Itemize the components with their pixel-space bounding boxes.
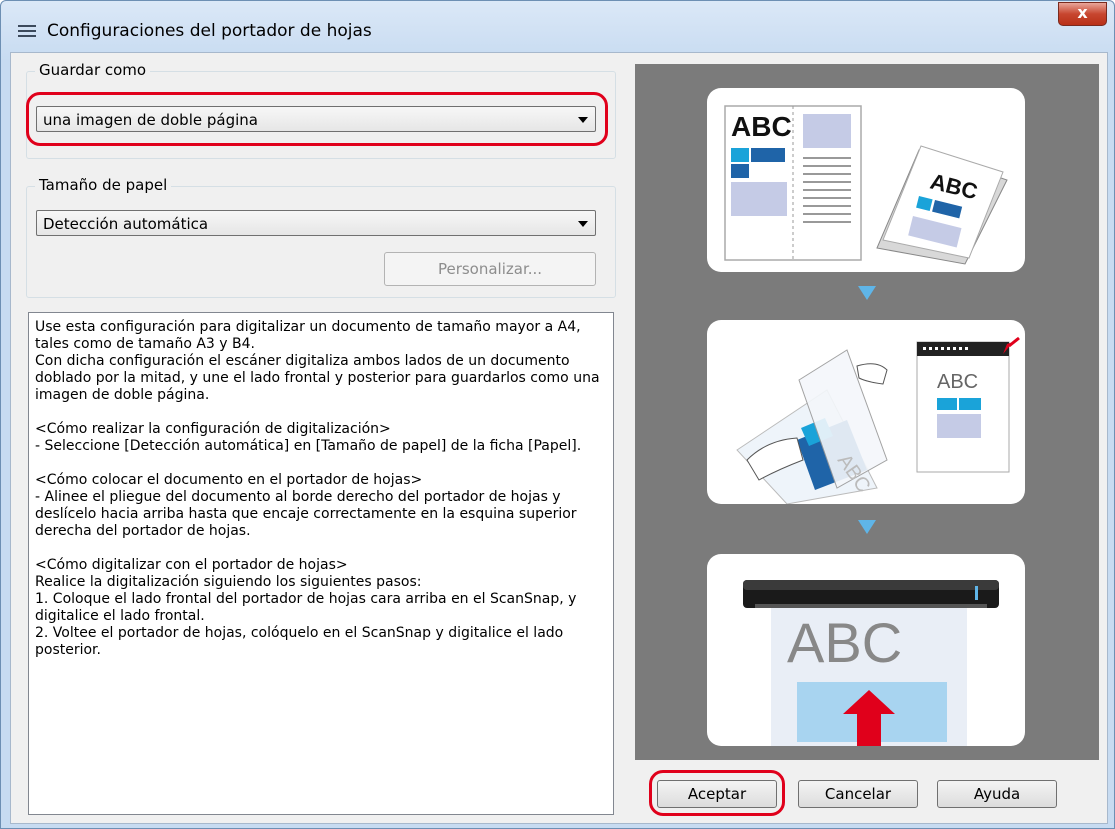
help-button[interactable]: Ayuda: [937, 780, 1057, 808]
scanner-illustration: ABC: [743, 580, 999, 746]
step2-card: ABC ABC: [707, 320, 1025, 504]
cancel-button[interactable]: Cancelar: [798, 780, 918, 808]
customize-button[interactable]: Personalizar...: [384, 252, 596, 286]
step-arrow-1-icon: [858, 286, 876, 300]
open-document-illustration: ABC ABC: [724, 105, 1008, 265]
dialog-window: Configuraciones del portador de hojas x …: [0, 0, 1115, 829]
ok-button-highlight: [649, 770, 785, 816]
step1-text-a: ABC: [731, 111, 792, 142]
illustration-panel: ABC ABC ABC ABC ABC: [635, 64, 1099, 760]
close-button[interactable]: x: [1058, 2, 1107, 26]
paper-size-selected-value: Detección automática: [43, 215, 209, 233]
dropdown-arrow-icon: [578, 221, 588, 227]
save-as-label: Guardar como: [35, 61, 151, 79]
svg-text:ABC: ABC: [937, 371, 978, 393]
description-text: Use esta configuración para digitalizar …: [28, 312, 614, 815]
step3-card: ABC: [707, 554, 1025, 746]
paper-size-select[interactable]: Detección automática: [36, 210, 596, 236]
step3-text: ABC: [787, 611, 902, 674]
window-title: Configuraciones del portador de hojas: [47, 21, 372, 41]
step1-card: ABC ABC: [707, 88, 1025, 272]
insert-document-illustration: ABC ABC: [736, 336, 1020, 504]
title-bar[interactable]: Configuraciones del portador de hojas x: [1, 1, 1114, 53]
save-as-highlight: [26, 92, 608, 146]
paper-size-label: Tamaño de papel: [35, 176, 172, 194]
dialog-body: Guardar como una imagen de doble página …: [10, 52, 1108, 824]
step-arrow-2-icon: [858, 520, 876, 534]
window-menu-icon[interactable]: [18, 25, 36, 39]
